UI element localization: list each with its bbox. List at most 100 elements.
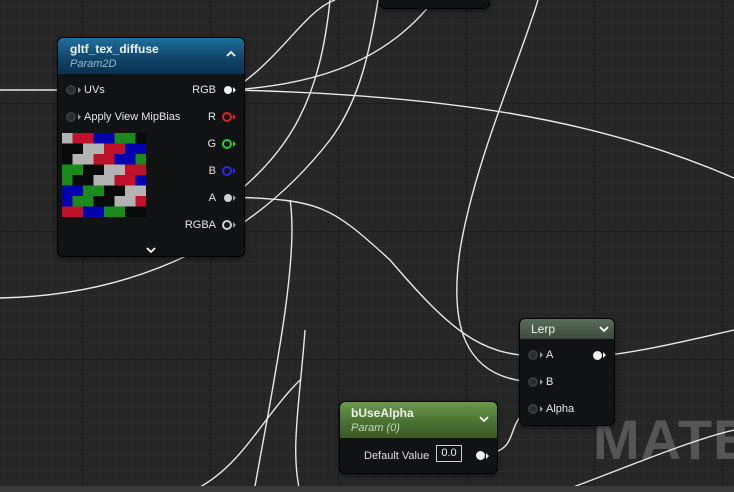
texture-cell (62, 164, 73, 175)
output-g[interactable]: G (156, 137, 236, 151)
wire (231, 89, 734, 179)
bottom-scrollbar[interactable] (0, 486, 734, 492)
texture-cell (93, 185, 104, 196)
output-a[interactable]: A (156, 191, 236, 205)
texture-cell (83, 133, 94, 144)
output-b[interactable]: B (156, 164, 236, 178)
pin-arrow-icon (486, 453, 489, 459)
chevron-down-icon[interactable] (599, 324, 609, 336)
pin-arrow-icon (233, 141, 236, 147)
texture-cell (93, 175, 104, 186)
input-pin-icon[interactable] (66, 85, 76, 95)
output-pin-b-icon[interactable] (222, 166, 232, 176)
texture-cell (125, 164, 136, 175)
output-rgb[interactable]: RGB (156, 83, 236, 97)
wire (295, 329, 306, 492)
texture-cell (135, 196, 146, 207)
pin-arrow-icon (540, 379, 543, 385)
texture-cell (83, 164, 94, 175)
node-title: gltf_tex_diffuse (70, 42, 159, 56)
wire (231, 0, 336, 91)
texture-cell (114, 133, 125, 144)
output-pin-a-icon[interactable] (224, 194, 232, 202)
texture-cell (93, 196, 104, 207)
input-pin-icon[interactable] (528, 404, 538, 414)
scalar-param-node[interactable]: bUseAlpha Param (0) Default Value 0.0 (340, 402, 497, 473)
output-label: A (208, 192, 216, 204)
texture-cell (72, 143, 83, 154)
output-pin-g-icon[interactable] (222, 139, 232, 149)
texture-cell (114, 164, 125, 175)
texture-cell (83, 185, 94, 196)
wire (253, 199, 293, 492)
texture-cell (114, 175, 125, 186)
texture-cell (83, 196, 94, 207)
chevron-up-icon[interactable] (226, 49, 236, 61)
pin-arrow-icon (233, 87, 236, 93)
lerp-node[interactable]: Lerp A B Alpha (520, 319, 614, 425)
output-r[interactable]: R (156, 110, 236, 124)
output-label: B (208, 165, 216, 177)
texture-cell (83, 143, 94, 154)
texture-cell (62, 185, 73, 196)
texture-cell (72, 185, 83, 196)
texture-cell (93, 154, 104, 165)
node-title: Lerp (531, 322, 556, 336)
output-label: RGB (192, 84, 216, 96)
texture-cell (135, 206, 146, 217)
input-pin-icon[interactable] (528, 377, 538, 387)
output-pin-rgb-icon[interactable] (224, 86, 232, 94)
chevron-down-icon[interactable] (146, 241, 156, 259)
pin-arrow-icon (233, 114, 236, 120)
texture-cell (114, 154, 125, 165)
texture-cell (125, 185, 136, 196)
pin-arrow-icon (233, 168, 236, 174)
input-pin-icon[interactable] (66, 112, 76, 122)
texture-cell (114, 206, 125, 217)
texture-cell (62, 196, 73, 207)
texture-preview-thumbnail (62, 133, 146, 217)
output-pin-r-icon[interactable] (222, 112, 232, 122)
texture-cell (114, 196, 125, 207)
node-header[interactable]: gltf_tex_diffuse Param2D (58, 38, 244, 74)
wire (189, 379, 301, 492)
input-pin-icon[interactable] (528, 350, 538, 360)
input-label: B (546, 376, 554, 388)
wire (559, 429, 734, 492)
node-bottom-stub[interactable] (380, 0, 489, 8)
texture-cell (93, 133, 104, 144)
texture-param-node[interactable]: gltf_tex_diffuse Param2D UVs Apply View … (58, 38, 244, 256)
output-rgba[interactable]: RGBA (156, 218, 236, 232)
output-pin-rgba-icon[interactable] (222, 220, 232, 230)
texture-cell (125, 175, 136, 186)
node-header[interactable]: Lerp (520, 319, 614, 339)
texture-cell (83, 154, 94, 165)
pin-arrow-icon (603, 352, 606, 358)
texture-cell (104, 206, 115, 217)
input-label: UVs (84, 84, 105, 96)
texture-cell (62, 206, 73, 217)
wire (231, 0, 435, 91)
default-value-row: Default Value 0.0 (340, 410, 497, 473)
texture-cell (135, 185, 146, 196)
default-value-field[interactable]: 0.0 (436, 445, 462, 462)
texture-cell (83, 175, 94, 186)
texture-cell (93, 143, 104, 154)
texture-cell (135, 143, 146, 154)
default-value-label: Default Value (364, 450, 430, 462)
texture-cell (72, 196, 83, 207)
texture-cell (104, 143, 115, 154)
texture-cell (114, 185, 125, 196)
texture-cell (93, 206, 104, 217)
wire (599, 329, 734, 357)
texture-cell (72, 154, 83, 165)
texture-cell (104, 175, 115, 186)
output-label: R (208, 111, 216, 123)
texture-cell (135, 133, 146, 144)
texture-cell (125, 206, 136, 217)
pin-arrow-icon (540, 352, 543, 358)
output-pin-icon[interactable] (476, 451, 485, 460)
wire (231, 0, 331, 198)
texture-cell (104, 185, 115, 196)
texture-cell (72, 206, 83, 217)
